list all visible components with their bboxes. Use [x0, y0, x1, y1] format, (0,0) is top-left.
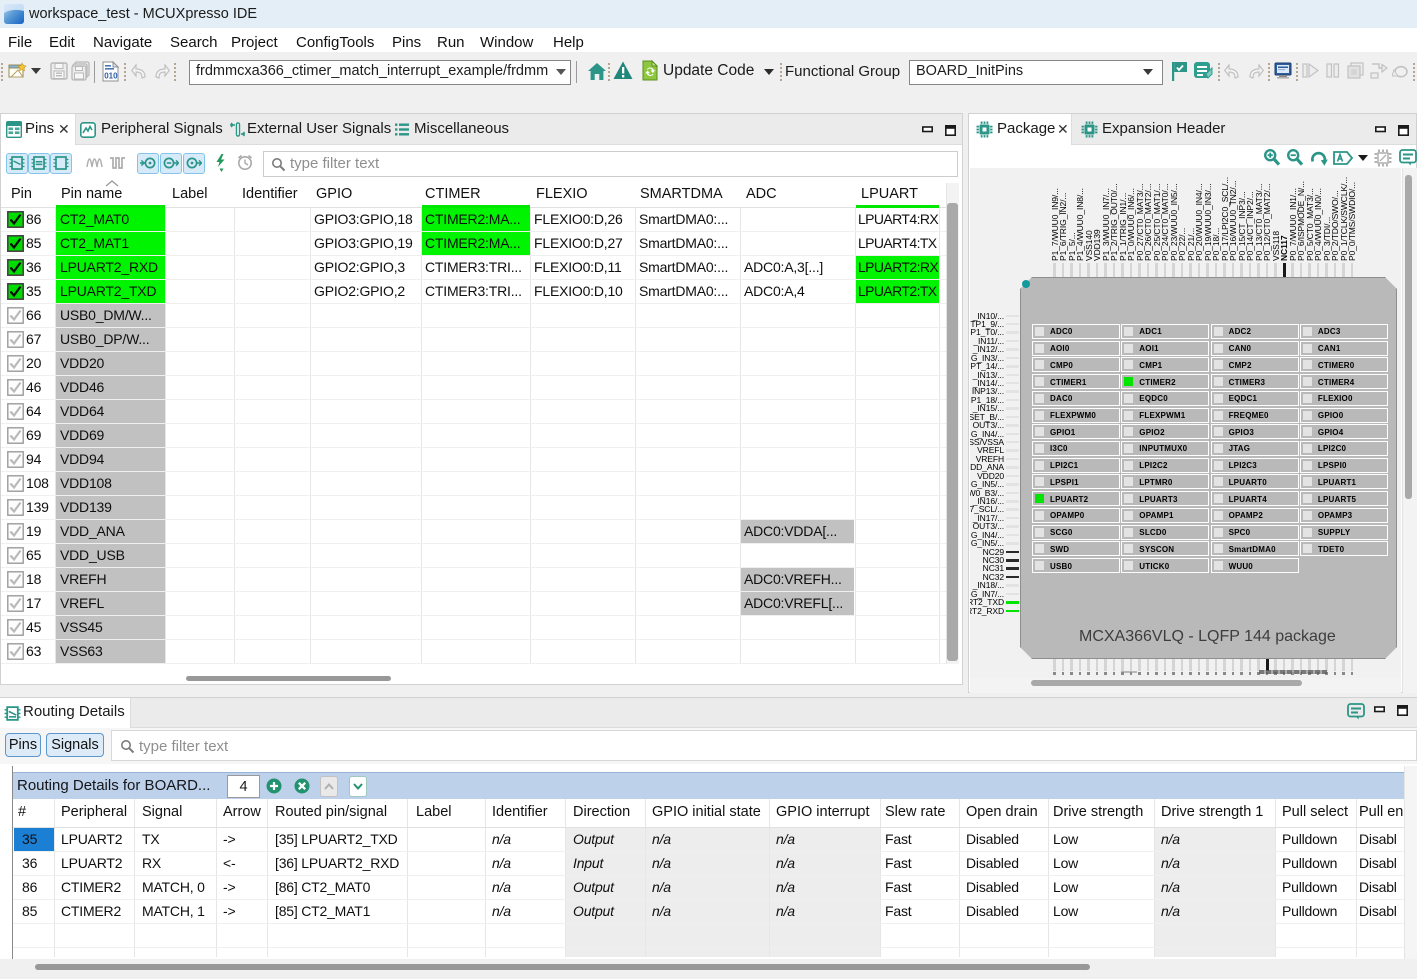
svg-text:010: 010	[104, 72, 118, 81]
